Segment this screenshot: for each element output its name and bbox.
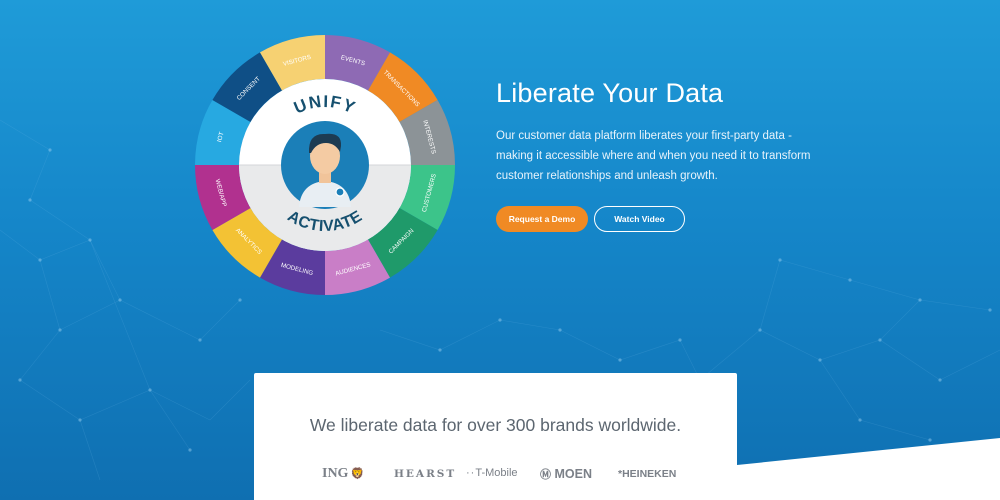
hero-description: Our customer data platform liberates you… [496, 130, 811, 182]
hearst-logo: HEARST [394, 468, 457, 480]
person-avatar-icon [281, 121, 369, 209]
ing-logo: ING 🦁 [322, 466, 365, 481]
data-wheel-graphic: EVENTSTRANSACTIONSINTERESTSCUSTOMERSCAMP… [195, 35, 455, 295]
brands-heading: We liberate data for over 300 brands wor… [309, 415, 682, 435]
heineken-logo: *HEINEKEN [618, 468, 677, 480]
tmobile-logo: ··T-Mobile [466, 467, 518, 479]
request-demo-button[interactable]: Request a Demo [496, 206, 588, 232]
data-wheel: EVENTS TRANSACTIONS INTERESTS CUSTOMERS CAMP… [195, 35, 455, 295]
hero-title: Liberate Your Data [496, 78, 724, 108]
watch-video-button[interactable]: Watch Video [594, 206, 685, 232]
brands-card: We liberate data for over 300 brands wor… [254, 373, 737, 500]
moen-logo: Ⓜ MOEN [540, 467, 592, 481]
